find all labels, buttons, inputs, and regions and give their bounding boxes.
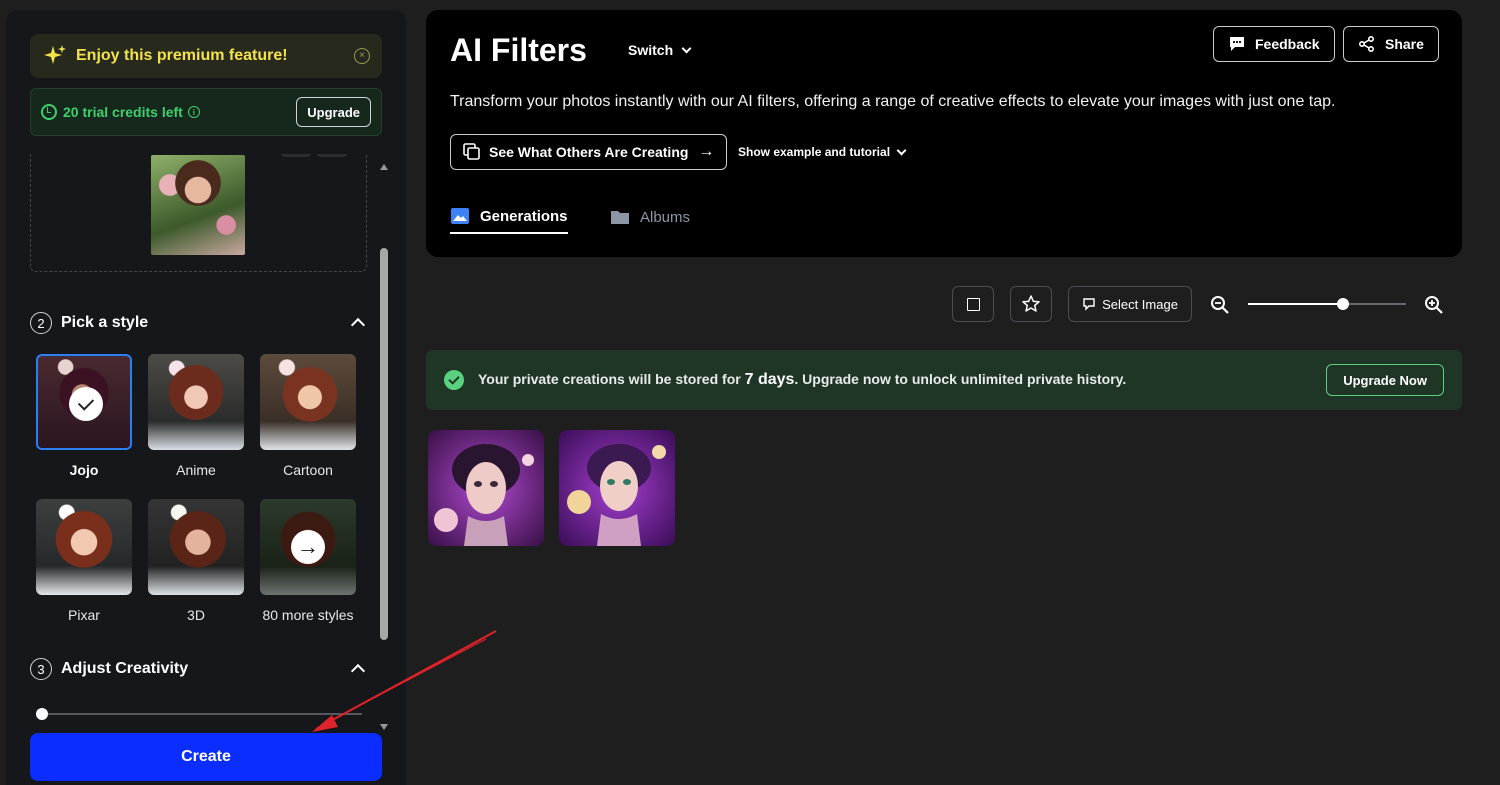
style-label: Jojo	[69, 462, 99, 478]
select-icon	[1083, 298, 1095, 311]
feedback-icon	[1230, 37, 1244, 51]
style-label: 3D	[187, 607, 205, 623]
upgrade-button[interactable]: Upgrade	[296, 97, 371, 127]
style-thumbnail	[36, 354, 132, 450]
pick-style-header[interactable]: 2 Pick a style	[30, 312, 367, 334]
style-thumbnail: →	[260, 499, 356, 595]
clock-icon	[41, 104, 57, 120]
feedback-label: Feedback	[1255, 36, 1320, 52]
tab-albums[interactable]: Albums	[610, 200, 690, 234]
header-card: AI Filters Switch Feedback Share Transfo…	[426, 10, 1462, 257]
upgrade-now-button[interactable]: Upgrade Now	[1326, 364, 1444, 396]
style-card-cartoon[interactable]: Cartoon	[260, 354, 356, 478]
share-label: Share	[1385, 36, 1424, 52]
chevron-up-icon[interactable]	[350, 317, 366, 333]
banner-text: Your private creations will be stored fo…	[478, 371, 1127, 388]
chevron-down-icon	[681, 43, 692, 53]
arrow-right-icon: →	[291, 530, 325, 564]
style-label: Cartoon	[283, 462, 333, 478]
tutorial-label: Show example and tutorial	[738, 145, 891, 159]
select-all-checkbox[interactable]	[952, 286, 994, 322]
folder-icon	[611, 211, 629, 224]
close-premium-icon[interactable]: ×	[354, 48, 370, 64]
banner-days: 7 days	[744, 371, 795, 388]
see-others-label: See What Others Are Creating	[489, 144, 689, 160]
style-card-anime[interactable]: Anime	[148, 354, 244, 478]
credits-bar: 20 trial credits left i Upgrade	[30, 88, 382, 136]
style-thumbnail	[36, 499, 132, 595]
switch-label: Switch	[628, 42, 674, 58]
style-card-3d[interactable]: 3D	[148, 499, 244, 623]
create-button[interactable]: Create	[30, 733, 382, 781]
credits-text: 20 trial credits left	[63, 104, 183, 120]
share-icon	[1358, 35, 1375, 53]
section-title: Pick a style	[61, 314, 149, 331]
premium-banner: Enjoy this premium feature! ×	[30, 34, 382, 78]
generated-image	[428, 430, 544, 546]
step-number: 3	[30, 658, 52, 680]
style-thumbnail	[148, 354, 244, 450]
select-image-label: Select Image	[1102, 296, 1178, 312]
generation-thumbnail[interactable]	[428, 430, 544, 546]
storage-banner: Your private creations will be stored fo…	[426, 350, 1462, 410]
zoom-slider-handle[interactable]	[1336, 298, 1349, 310]
zoom-slider-fill	[1248, 303, 1343, 305]
edit-image-button[interactable]	[281, 154, 311, 157]
favorites-button[interactable]	[1010, 286, 1052, 322]
generation-thumbnail[interactable]	[559, 430, 675, 546]
red-arrow-annotation	[312, 630, 497, 732]
style-card-more[interactable]: → 80 more styles	[260, 499, 356, 623]
info-icon[interactable]: i	[187, 106, 200, 118]
tab-label: Generations	[480, 207, 568, 225]
step-number: 2	[30, 312, 52, 334]
see-others-button[interactable]: See What Others Are Creating →	[450, 134, 728, 170]
style-card-pixar[interactable]: Pixar	[36, 499, 132, 623]
style-label: Anime	[176, 462, 216, 478]
tab-label: Albums	[640, 208, 691, 226]
style-label: 80 more styles	[262, 607, 354, 623]
page-title: AI Filters	[450, 32, 587, 68]
image-icon	[451, 208, 469, 224]
square-icon	[966, 297, 980, 311]
style-card-jojo[interactable]: Jojo	[36, 354, 132, 478]
style-label: Pixar	[68, 607, 100, 623]
zoom-slider-track[interactable]	[1248, 303, 1406, 305]
select-image-button[interactable]: Select Image	[1068, 286, 1192, 322]
tab-generations[interactable]: Generations	[450, 200, 568, 234]
arrow-right-icon: →	[698, 143, 715, 160]
zoom-in-icon[interactable]	[1424, 295, 1444, 315]
scrollbar-thumb[interactable]	[380, 248, 388, 640]
feedback-button[interactable]: Feedback	[1213, 26, 1335, 62]
star-icon	[1022, 295, 1040, 312]
zoom-out-icon[interactable]	[1210, 295, 1230, 315]
scroll-up-icon[interactable]	[380, 164, 388, 170]
remove-image-button[interactable]	[317, 154, 347, 157]
sparkle-icon	[44, 45, 66, 64]
switch-dropdown[interactable]: Switch	[628, 42, 692, 58]
premium-text: Enjoy this premium feature!	[76, 47, 288, 64]
uploaded-image	[151, 155, 245, 255]
share-button[interactable]: Share	[1343, 26, 1439, 62]
upload-area[interactable]	[30, 154, 367, 272]
gallery-icon	[463, 143, 480, 160]
generated-image	[559, 430, 675, 546]
check-circle-icon	[444, 370, 464, 390]
page-description: Transform your photos instantly with our…	[450, 93, 1336, 110]
chevron-down-icon	[896, 145, 907, 155]
tutorial-toggle[interactable]: Show example and tutorial	[738, 145, 907, 159]
creativity-slider-handle[interactable]	[36, 708, 48, 720]
check-icon	[69, 387, 103, 421]
style-thumbnail	[260, 354, 356, 450]
style-thumbnail	[148, 499, 244, 595]
